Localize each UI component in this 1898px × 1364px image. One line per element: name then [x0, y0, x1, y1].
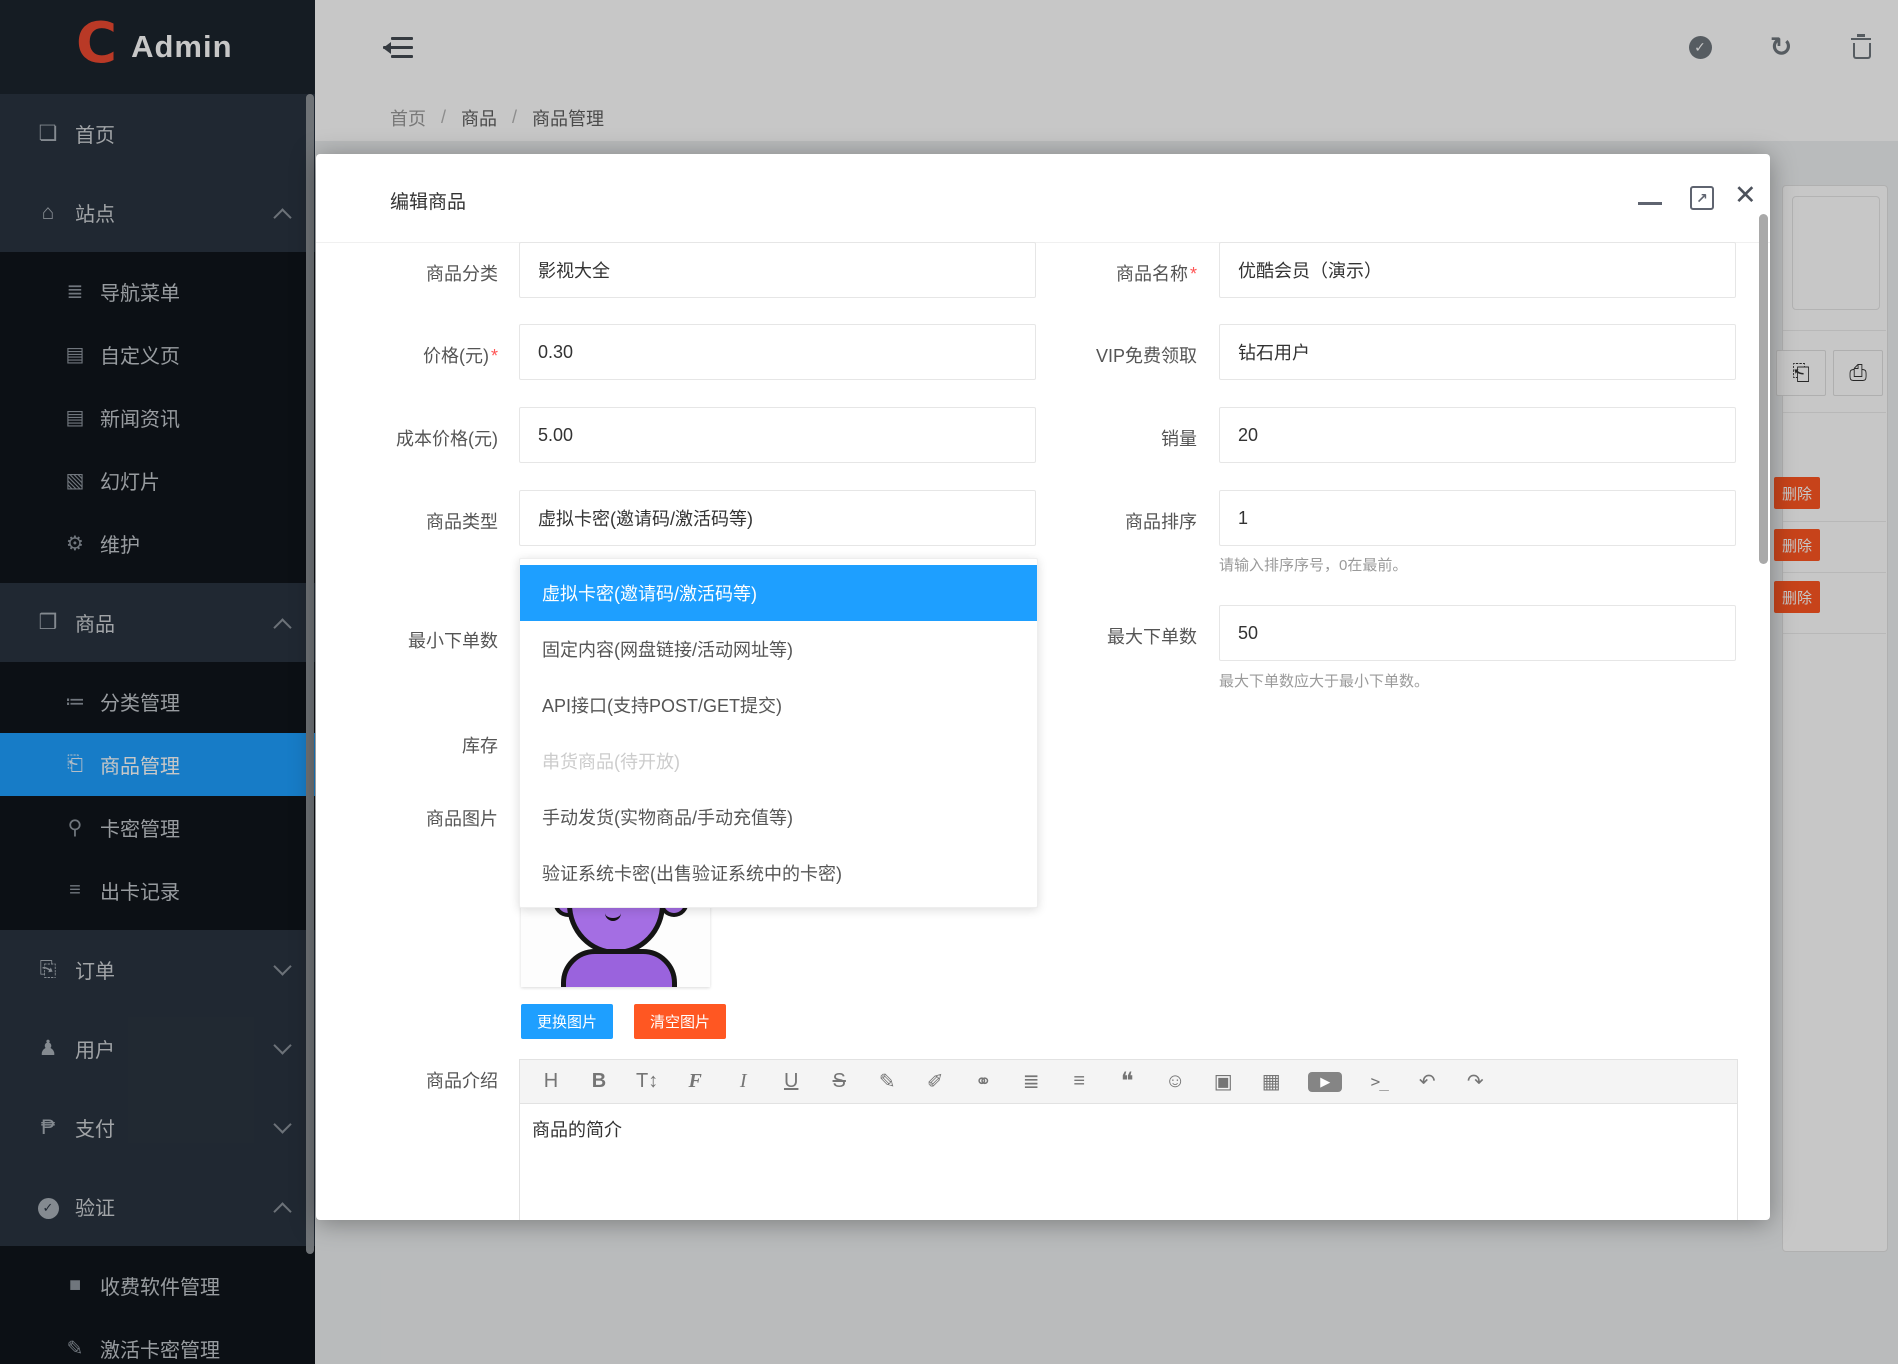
brush-icon[interactable]: ✐: [924, 1069, 946, 1094]
change-image-button[interactable]: 更换图片: [521, 1004, 613, 1039]
app-window: C Admin ❏ 首页 ⌂ 站点 ≣ 导航菜单 ▤ 自定义页: [0, 0, 1898, 1364]
cost-label: 成本价格(元): [316, 425, 498, 451]
video-icon[interactable]: ▶: [1308, 1072, 1342, 1092]
modal-header: 编辑商品 ↗ ✕: [316, 154, 1770, 243]
bold-icon[interactable]: B: [588, 1070, 610, 1093]
underline-icon[interactable]: U: [780, 1070, 802, 1093]
category-label: 商品分类: [316, 260, 498, 286]
modal-title: 编辑商品: [390, 187, 466, 214]
rich-text-editor: H B T↕ F I U S ✎ ✐ ⚭ ≣ ≡ ❝ ☺ ▣ ▦ ▶ >_ ↶ …: [519, 1059, 1738, 1220]
intro-label: 商品介绍: [316, 1067, 498, 1093]
quote-icon[interactable]: ❝: [1116, 1067, 1138, 1096]
price-label: 价格(元)*: [316, 342, 498, 368]
strikethrough-icon[interactable]: S: [828, 1070, 850, 1093]
fontsize-icon[interactable]: T↕: [636, 1070, 658, 1093]
min-order-label: 最小下单数: [316, 627, 498, 653]
editor-toolbar: H B T↕ F I U S ✎ ✐ ⚭ ≣ ≡ ❝ ☺ ▣ ▦ ▶ >_ ↶ …: [520, 1060, 1737, 1104]
pen-icon[interactable]: ✎: [876, 1069, 898, 1094]
cost-input[interactable]: 5.00: [519, 407, 1036, 463]
name-input[interactable]: 优酷会员（演示）: [1219, 242, 1736, 298]
stock-label: 库存: [316, 732, 498, 758]
fontstyle-icon[interactable]: F: [684, 1070, 706, 1093]
modal-scrollbar[interactable]: [1759, 214, 1768, 564]
clear-image-button[interactable]: 清空图片: [634, 1004, 726, 1039]
maximize-icon[interactable]: ↗: [1690, 186, 1714, 210]
heading-icon[interactable]: H: [540, 1070, 562, 1093]
table-icon[interactable]: ▦: [1260, 1069, 1282, 1094]
editor-content[interactable]: 商品的简介: [532, 1116, 622, 1142]
sort-input[interactable]: 1: [1219, 490, 1736, 546]
sort-help-text: 请输入排序序号，0在最前。: [1219, 554, 1407, 575]
dropdown-option-virtual-card[interactable]: 虚拟卡密(邀请码/激活码等): [520, 565, 1037, 621]
name-label: 商品名称*: [996, 260, 1197, 286]
close-icon[interactable]: ✕: [1734, 182, 1757, 209]
type-dropdown: 虚拟卡密(邀请码/激活码等) 固定内容(网盘链接/活动网址等) API接口(支持…: [519, 558, 1038, 908]
sort-label: 商品排序: [996, 508, 1197, 534]
emoji-icon[interactable]: ☺: [1164, 1070, 1186, 1093]
sales-label: 销量: [996, 425, 1197, 451]
code-icon[interactable]: >_: [1368, 1072, 1390, 1091]
max-order-help-text: 最大下单数应大于最小下单数。: [1219, 670, 1429, 691]
dropdown-option-api[interactable]: API接口(支持POST/GET提交): [520, 677, 1037, 733]
sales-input[interactable]: 20: [1219, 407, 1736, 463]
image-label: 商品图片: [316, 805, 498, 831]
edit-product-modal: 编辑商品 ↗ ✕ 商品分类 影视大全 商品名称* 优酷会员（演示） 价格(元)*…: [316, 154, 1770, 1220]
dropdown-option-fixed-content[interactable]: 固定内容(网盘链接/活动网址等): [520, 621, 1037, 677]
undo-icon[interactable]: ↶: [1416, 1069, 1438, 1094]
type-label: 商品类型: [316, 508, 498, 534]
dropdown-option-manual-delivery[interactable]: 手动发货(实物商品/手动充值等): [520, 789, 1037, 845]
insert-image-icon[interactable]: ▣: [1212, 1069, 1234, 1094]
dropdown-option-cross-goods: 串货商品(待开放): [520, 733, 1037, 789]
link-icon[interactable]: ⚭: [972, 1069, 994, 1094]
italic-icon[interactable]: I: [732, 1070, 754, 1093]
type-select[interactable]: 虚拟卡密(邀请码/激活码等): [519, 490, 1036, 546]
vip-select[interactable]: 钻石用户: [1219, 324, 1736, 380]
unordered-list-icon[interactable]: ≣: [1020, 1069, 1042, 1094]
redo-icon[interactable]: ↷: [1464, 1069, 1486, 1094]
max-order-input[interactable]: 50: [1219, 605, 1736, 661]
price-input[interactable]: 0.30: [519, 324, 1036, 380]
align-icon[interactable]: ≡: [1068, 1070, 1090, 1093]
dropdown-option-verify-card[interactable]: 验证系统卡密(出售验证系统中的卡密): [520, 845, 1037, 901]
vip-label: VIP免费领取: [996, 342, 1197, 368]
minimize-icon[interactable]: [1638, 202, 1662, 205]
category-select[interactable]: 影视大全: [519, 242, 1036, 298]
